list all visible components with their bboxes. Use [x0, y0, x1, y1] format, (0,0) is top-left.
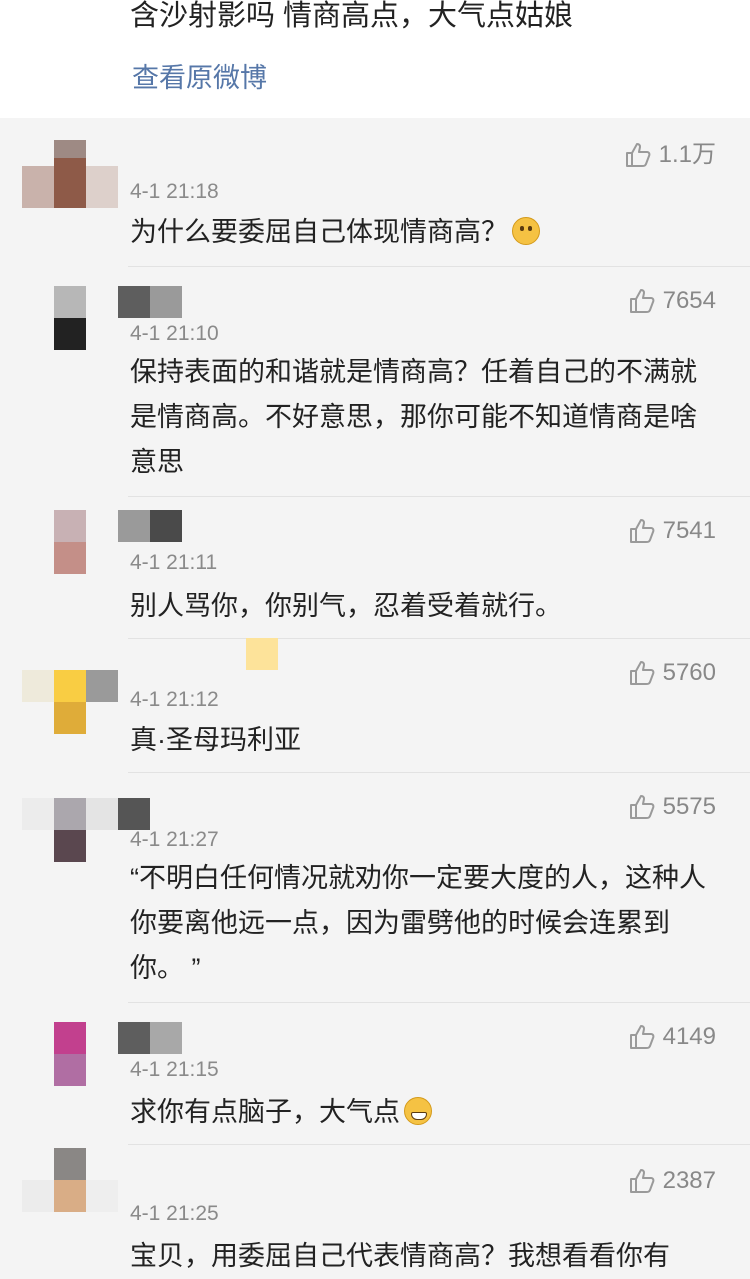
comment-item: 4-1 21:25 2387 宝贝，用委屈自己代表情商高？我想看看你有	[0, 1144, 750, 1271]
comment-time: 4-1 21:10	[130, 322, 219, 345]
thumbs-up-icon	[629, 519, 654, 543]
comment-time: 4-1 21:15	[130, 1058, 219, 1081]
comment-time: 4-1 21:27	[130, 828, 219, 851]
divider	[128, 1002, 750, 1003]
divider	[128, 496, 750, 497]
comment-item: 4-1 21:18 1.1万 为什么要委屈自己体现情商高？	[0, 118, 750, 263]
like-count: 5760	[662, 659, 716, 686]
comment-time: 4-1 21:11	[130, 551, 218, 574]
thumbs-up-icon	[629, 1169, 654, 1193]
comment-text: “不明白任何情况就劝你一定要大度的人，这种人你要离他远一点，因为雷劈他的时候会连…	[130, 863, 706, 983]
comment-item: 4-1 21:12 5760 真·圣母玛利亚	[0, 638, 750, 772]
avatar[interactable]	[22, 798, 118, 894]
divider	[128, 266, 750, 267]
comment-item: 4-1 21:15 4149 求你有点脑子，大气点	[0, 1002, 750, 1144]
avatar[interactable]	[22, 286, 118, 382]
avatar[interactable]	[22, 510, 118, 606]
thinking-face-icon	[512, 217, 540, 245]
comment-text: 保持表面的和谐就是情商高？任着自己的不满就是情商高。不好意思，那你可能不知道情商…	[130, 357, 697, 477]
view-original-post-link[interactable]: 查看原微博	[132, 58, 267, 98]
comment-text: 为什么要委屈自己体现情商高？	[130, 210, 720, 255]
like-count: 1.1万	[658, 141, 716, 168]
divider	[128, 772, 750, 773]
divider	[128, 638, 750, 639]
comment-text: 求你有点脑子，大气点	[130, 1090, 720, 1135]
thumbs-up-icon	[629, 1025, 654, 1049]
comment-time: 4-1 21:12	[130, 688, 219, 711]
avatar[interactable]	[22, 670, 118, 766]
comment-time: 4-1 21:25	[130, 1202, 219, 1225]
like-count: 2387	[662, 1167, 716, 1194]
comment-item: 4-1 21:11 7541 别人骂你，你别气，忍着受着就行。	[0, 496, 750, 638]
avatar[interactable]	[22, 1022, 118, 1118]
like-count: 7654	[662, 287, 716, 314]
like-button[interactable]: 5575	[629, 792, 716, 822]
thumbs-up-icon	[629, 661, 654, 685]
like-button[interactable]: 2387	[629, 1166, 716, 1196]
post-text: 含沙射影吗 情商高点，大气点姑娘	[130, 0, 574, 32]
original-post: 含沙射影吗 情商高点，大气点姑娘 查看原微博	[0, 0, 750, 118]
like-count: 7541	[662, 517, 716, 544]
comment-text: 宝贝，用委屈自己代表情商高？我想看看你有	[130, 1241, 670, 1271]
grinning-face-icon	[404, 1097, 432, 1125]
comment-time: 4-1 21:18	[130, 180, 219, 203]
like-button[interactable]: 4149	[629, 1022, 716, 1052]
like-button[interactable]: 7541	[629, 516, 716, 546]
avatar[interactable]	[22, 1148, 118, 1244]
like-button[interactable]: 1.1万	[625, 140, 716, 170]
like-button[interactable]: 7654	[629, 286, 716, 316]
comment-text: 别人骂你，你别气，忍着受着就行。	[130, 591, 562, 621]
like-count: 4149	[662, 1023, 716, 1050]
thumbs-up-icon	[629, 289, 654, 313]
comment-item: 4-1 21:27 5575 “不明白任何情况就劝你一定要大度的人，这种人你要离…	[0, 772, 750, 1002]
thumbs-up-icon	[629, 795, 654, 819]
comment-text: 真·圣母玛利亚	[130, 725, 301, 755]
divider	[128, 1144, 750, 1145]
like-count: 5575	[662, 793, 716, 820]
thumbs-up-icon	[625, 143, 651, 167]
avatar[interactable]	[22, 138, 118, 234]
like-button[interactable]: 5760	[629, 658, 716, 688]
comment-item: 4-1 21:10 7654 保持表面的和谐就是情商高？任着自己的不满就是情商高…	[0, 266, 750, 496]
